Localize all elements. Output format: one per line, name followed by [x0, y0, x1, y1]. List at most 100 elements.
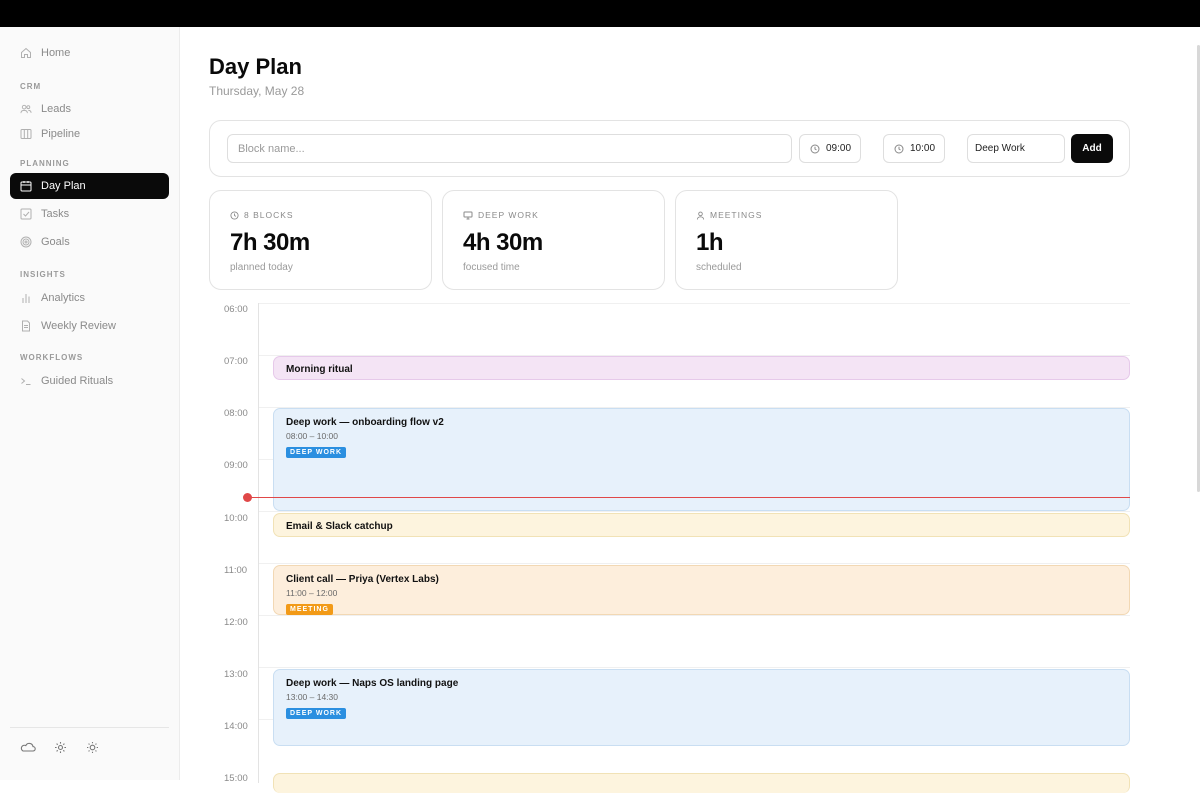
- section-label-planning: PLANNING: [20, 159, 70, 168]
- timeline-axis: [258, 303, 259, 783]
- block-title: Deep work — onboarding flow v2: [286, 417, 444, 428]
- stat-label: 8 BLOCKS: [244, 210, 294, 220]
- hour-label: 08:00: [224, 408, 248, 419]
- sidebar-item-weekly-review[interactable]: Weekly Review: [10, 313, 169, 339]
- meeting-tag: MEETING: [286, 604, 333, 615]
- sidebar-item-label: Goals: [41, 236, 70, 248]
- page-title: Day Plan: [209, 54, 302, 79]
- hour-gridline: [259, 563, 1130, 564]
- stat-label: DEEP WORK: [478, 210, 539, 220]
- sidebar-item-analytics[interactable]: Analytics: [10, 285, 169, 311]
- home-icon: [20, 47, 32, 59]
- add-block-bar: Block name... 09:00 10:00 Deep Work Add: [209, 120, 1130, 177]
- stat-value: 1h: [696, 229, 724, 256]
- sidebar-item-day-plan[interactable]: Day Plan: [10, 173, 169, 199]
- current-time-dot: [243, 493, 252, 502]
- block-title: Email & Slack catchup: [286, 521, 393, 532]
- hour-label: 12:00: [224, 617, 248, 628]
- deep-work-tag: DEEP WORK: [286, 708, 347, 719]
- sun-icon[interactable]: [84, 739, 100, 755]
- monitor-icon: [463, 211, 473, 220]
- stat-card-meetings: MEETINGS 1h scheduled: [675, 190, 898, 290]
- start-time-field[interactable]: 09:00: [799, 134, 861, 163]
- columns-icon: [20, 128, 32, 140]
- time-block-deep-work-onboarding[interactable]: Deep work — onboarding flow v2 08:00 – 1…: [273, 408, 1130, 511]
- page-date: Thursday, May 28: [209, 84, 305, 98]
- terminal-icon: [20, 375, 32, 387]
- stat-caption: focused time: [463, 262, 520, 273]
- sidebar-item-label: Pipeline: [41, 128, 81, 140]
- main-content: Day Plan Thursday, May 28 Block name... …: [180, 27, 1200, 793]
- section-label-crm: CRM: [20, 82, 42, 91]
- section-label-workflows: WORKFLOWS: [20, 353, 84, 362]
- start-time-value: 09:00: [826, 143, 852, 154]
- checkbox-icon: [20, 208, 32, 220]
- sidebar-item-label: Leads: [41, 103, 71, 115]
- hour-label: 13:00: [224, 669, 248, 680]
- current-time-line: [247, 497, 1130, 498]
- hour-gridline: [259, 303, 1130, 304]
- sidebar-item-label: Weekly Review: [41, 320, 116, 332]
- stat-card-blocks: 8 BLOCKS 7h 30m planned today: [209, 190, 432, 290]
- sidebar-divider: [10, 727, 169, 728]
- sidebar-item-pipeline[interactable]: Pipeline: [10, 121, 169, 147]
- bar-chart-icon: [20, 292, 32, 304]
- document-icon: [20, 320, 32, 332]
- clock-icon: [810, 144, 820, 154]
- sidebar: Home CRM Leads Pipeline PLANNING Day Pla…: [0, 27, 180, 780]
- hour-label: 14:00: [224, 721, 248, 732]
- sidebar-item-label: Guided Rituals: [41, 375, 114, 387]
- hour-label: 10:00: [224, 513, 248, 524]
- stat-caption: planned today: [230, 262, 293, 273]
- sidebar-item-guided-rituals[interactable]: Guided Rituals: [10, 368, 169, 394]
- clock-icon: [894, 144, 904, 154]
- sidebar-item-label: Tasks: [41, 208, 70, 220]
- time-block-deep-work-landing[interactable]: Deep work — Naps OS landing page 13:00 –…: [273, 669, 1130, 746]
- time-block-client-call[interactable]: Client call — Priya (Vertex Labs) 11:00 …: [273, 565, 1130, 615]
- hour-gridline: [259, 511, 1130, 512]
- sidebar-item-label: Home: [41, 47, 71, 59]
- hour-label: 11:00: [224, 565, 248, 576]
- block-title: Deep work — Naps OS landing page: [286, 678, 459, 689]
- block-name-input[interactable]: Block name...: [227, 134, 792, 163]
- time-block-email-slack[interactable]: Email & Slack catchup: [273, 513, 1130, 537]
- block-time-range: 13:00 – 14:30: [286, 692, 338, 702]
- window-top-bar: [0, 0, 1200, 27]
- stat-value: 7h 30m: [230, 229, 310, 256]
- section-label-insights: INSIGHTS: [20, 270, 66, 279]
- sidebar-item-label: Day Plan: [41, 180, 86, 192]
- block-title: Morning ritual: [286, 364, 353, 375]
- settings-gear-icon[interactable]: [52, 739, 68, 755]
- hour-label: 15:00: [224, 773, 248, 784]
- stat-value: 4h 30m: [463, 229, 543, 256]
- category-select[interactable]: Deep Work: [967, 134, 1065, 163]
- stat-caption: scheduled: [696, 262, 742, 273]
- sidebar-item-home[interactable]: Home: [10, 40, 169, 66]
- stat-label: MEETINGS: [710, 210, 763, 220]
- sidebar-item-label: Analytics: [41, 292, 86, 304]
- person-icon: [696, 211, 705, 220]
- hour-label: 09:00: [224, 460, 248, 471]
- block-time-range: 11:00 – 12:00: [286, 588, 338, 598]
- deep-work-tag: DEEP WORK: [286, 447, 347, 458]
- target-icon: [20, 236, 32, 248]
- block-time-range: 08:00 – 10:00: [286, 431, 338, 441]
- add-block-button[interactable]: Add: [1071, 134, 1113, 163]
- hour-gridline: [259, 667, 1130, 668]
- sidebar-item-goals[interactable]: Goals: [10, 229, 169, 255]
- day-timeline: 06:00 07:00 08:00 09:00 10:00 11:00 12:0…: [180, 303, 1200, 793]
- sidebar-item-tasks[interactable]: Tasks: [10, 201, 169, 227]
- end-time-field[interactable]: 10:00: [883, 134, 945, 163]
- hour-label: 07:00: [224, 356, 248, 367]
- users-icon: [20, 103, 32, 115]
- end-time-value: 10:00: [910, 143, 936, 154]
- hour-label: 06:00: [224, 304, 248, 315]
- clock-icon: [230, 210, 239, 220]
- stat-card-deep-work: DEEP WORK 4h 30m focused time: [442, 190, 665, 290]
- calendar-icon: [20, 180, 32, 192]
- sidebar-item-leads[interactable]: Leads: [10, 96, 169, 122]
- cloud-icon[interactable]: [20, 739, 36, 755]
- block-title: Client call — Priya (Vertex Labs): [286, 574, 439, 585]
- time-block-partial[interactable]: [273, 773, 1130, 793]
- time-block-morning-ritual[interactable]: Morning ritual: [273, 356, 1130, 380]
